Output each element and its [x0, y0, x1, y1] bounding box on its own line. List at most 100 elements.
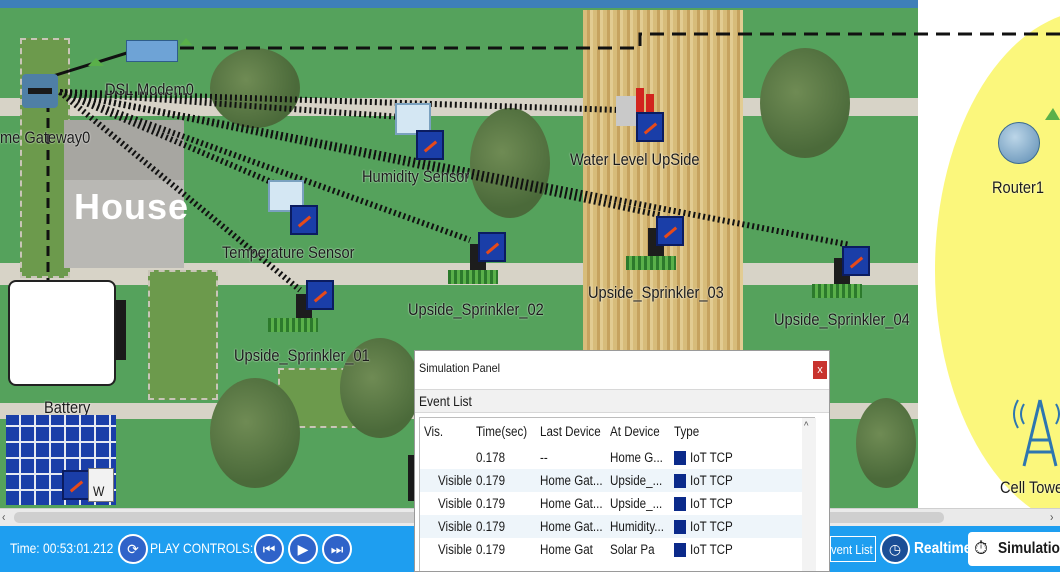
simulation-time: Time: 00:53:01.212 — [10, 540, 114, 556]
router-icon — [28, 88, 52, 94]
event-type: IoT TCP — [690, 473, 733, 488]
battery-device[interactable] — [8, 280, 116, 386]
event-vis: Visible — [438, 496, 472, 511]
iot-badge-icon — [842, 246, 870, 276]
iot-badge-icon — [62, 470, 90, 500]
event-row[interactable]: 0.178 -- Home G... IoT TCP — [420, 446, 816, 469]
event-type: IoT TCP — [690, 542, 733, 557]
simulation-panel-title: Simulation Panel — [419, 361, 501, 375]
event-vis: Visible — [438, 542, 472, 557]
close-button[interactable]: x — [813, 361, 827, 379]
event-time: 0.178 — [476, 450, 506, 465]
event-type: IoT TCP — [690, 496, 733, 511]
event-color-swatch[interactable] — [674, 451, 686, 465]
event-list-header: Event List — [415, 389, 829, 413]
event-type: IoT TCP — [690, 519, 733, 534]
realtime-button[interactable]: ◷ Realtime — [880, 534, 971, 564]
play-button[interactable]: ▶ — [288, 534, 318, 564]
router-label: Router1 — [992, 178, 1045, 197]
event-time: 0.179 — [476, 542, 506, 557]
link-status-triangle — [180, 38, 192, 45]
event-at-device: Home G... — [610, 450, 663, 465]
event-row[interactable]: Visible 0.179 Home Gat... Upside_... IoT TCP — [420, 469, 816, 492]
realtime-label: Realtime — [914, 540, 972, 557]
grass-icon — [812, 284, 862, 298]
vertical-scrollbar[interactable]: ^ — [802, 418, 816, 571]
simulation-panel-titlebar[interactable]: Simulation Panel x — [415, 351, 829, 385]
battery-terminal — [116, 300, 126, 360]
step-forward-button[interactable]: ⏭ — [322, 534, 352, 564]
column-header[interactable]: At Device — [610, 424, 660, 439]
cell-tower-icon[interactable] — [1010, 390, 1060, 470]
event-color-swatch[interactable] — [674, 474, 686, 488]
grass-icon — [268, 318, 318, 332]
event-color-swatch[interactable] — [674, 497, 686, 511]
event-list-button-label: vent List — [831, 542, 873, 557]
iot-badge-icon — [478, 232, 506, 262]
event-type: IoT TCP — [690, 450, 733, 465]
event-vis: Visible — [438, 519, 472, 534]
step-forward-icon: ⏭ — [330, 541, 344, 557]
scroll-left-icon[interactable]: ‹ — [2, 510, 5, 524]
sprinkler-02-label: Upside_Sprinkler_02 — [408, 300, 544, 319]
event-list-button[interactable]: vent List — [830, 536, 876, 562]
event-row[interactable]: Visible 0.179 Home Gat... Humidity... IoT TC… — [420, 515, 816, 538]
sprinkler-04-label: Upside_Sprinkler_04 — [774, 310, 910, 329]
power-meter: W — [88, 468, 114, 502]
router-device[interactable] — [998, 122, 1040, 164]
play-controls-label: PLAY CONTROLS: — [150, 540, 254, 556]
event-last-device: Home Gat — [540, 542, 593, 557]
event-at-device: Upside_... — [610, 496, 663, 511]
humidity-sensor-label: Humidity Sensor — [362, 167, 470, 186]
column-header[interactable]: Type — [674, 424, 699, 439]
event-last-device: Home Gat... — [540, 496, 603, 511]
column-header[interactable]: Time(sec) — [476, 424, 527, 439]
event-row[interactable]: Visible 0.179 Home Gat Solar Pa IoT TCP — [420, 538, 816, 561]
event-color-swatch[interactable] — [674, 543, 686, 557]
water-level-label: Water Level UpSide — [570, 150, 700, 169]
event-at-device: Solar Pa — [610, 542, 655, 557]
event-time: 0.179 — [476, 519, 506, 534]
event-table[interactable]: Vis. Time(sec) Last Device At Device Typ… — [419, 417, 816, 571]
link-status-triangle — [1045, 108, 1060, 120]
scroll-up-icon[interactable]: ^ — [804, 420, 808, 432]
temperature-sensor-label: Temperature Sensor — [222, 243, 355, 262]
event-at-device: Humidity... — [610, 519, 664, 534]
simulation-button[interactable]: ⏱ Simulatio — [968, 532, 1060, 566]
cell-tower-label: Cell Towe — [1000, 478, 1060, 497]
home-gateway-label: me Gateway0 — [0, 128, 91, 147]
scroll-right-icon[interactable]: › — [1050, 510, 1053, 524]
dsl-modem-label: DSL Modem0 — [105, 80, 194, 99]
event-table-header: Vis. Time(sec) Last Device At Device Typ… — [420, 418, 816, 444]
column-header[interactable]: Vis. — [424, 424, 443, 439]
dsl-modem-device[interactable] — [126, 40, 178, 62]
column-header[interactable]: Last Device — [540, 424, 601, 439]
event-last-device: Home Gat... — [540, 519, 603, 534]
clock-icon: ◷ — [880, 534, 910, 564]
iot-badge-icon — [656, 216, 684, 246]
reset-time-button[interactable]: ⟳ — [118, 534, 148, 564]
step-back-button[interactable]: ⏮ — [254, 534, 284, 564]
iot-badge-icon — [416, 130, 444, 160]
event-time: 0.179 — [476, 496, 506, 511]
grass-icon — [626, 256, 676, 270]
event-last-device: Home Gat... — [540, 473, 603, 488]
step-back-icon: ⏮ — [262, 541, 276, 557]
event-time: 0.179 — [476, 473, 506, 488]
sprinkler-03-label: Upside_Sprinkler_03 — [588, 283, 724, 302]
simulation-panel[interactable]: Simulation Panel x Event List Vis. Time(… — [414, 350, 830, 572]
sprinkler-01-label: Upside_Sprinkler_01 — [234, 346, 370, 365]
simulation-label: Simulatio — [998, 540, 1060, 557]
iot-badge-icon — [306, 280, 334, 310]
reset-icon: ⟳ — [127, 541, 139, 557]
iot-badge-icon — [290, 205, 318, 235]
close-icon: x — [817, 364, 823, 376]
event-last-device: -- — [540, 450, 548, 465]
event-vis: Visible — [438, 473, 472, 488]
home-gateway-device[interactable] — [22, 74, 58, 108]
iot-badge-icon — [636, 112, 664, 142]
event-row[interactable]: Visible 0.179 Home Gat... Upside_... IoT TCP — [420, 492, 816, 515]
event-at-device: Upside_... — [610, 473, 663, 488]
event-color-swatch[interactable] — [674, 520, 686, 534]
play-icon: ▶ — [297, 541, 309, 557]
